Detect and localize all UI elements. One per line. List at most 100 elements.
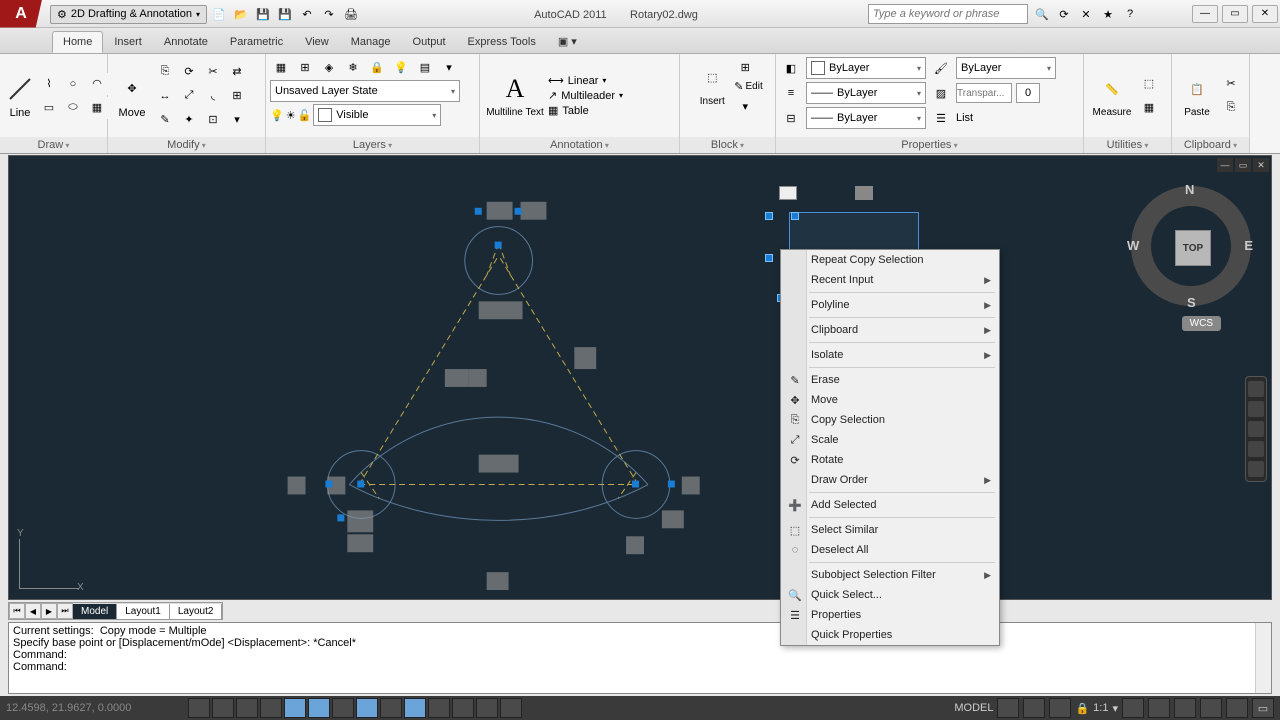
erase-icon[interactable]: ✎ (154, 109, 176, 131)
wcs-badge[interactable]: WCS (1182, 316, 1221, 331)
layer-state-combo[interactable]: Unsaved Layer State▾ (270, 80, 460, 102)
sb-clean-icon[interactable]: ▭ (1252, 698, 1274, 718)
save-icon[interactable]: 💾 (253, 4, 273, 24)
vp-minimize-icon[interactable]: — (1217, 158, 1233, 172)
layer-off-icon[interactable]: 💡 (390, 56, 412, 78)
layer-states-icon[interactable]: ⊞ (294, 56, 316, 78)
panel-properties-title[interactable]: Properties (776, 137, 1083, 153)
panel-draw-title[interactable]: Draw (0, 137, 107, 153)
panel-clipboard-title[interactable]: Clipboard (1172, 137, 1249, 153)
search-icon[interactable]: 🔍 (1032, 4, 1052, 24)
menu-properties[interactable]: ☰Properties (781, 605, 999, 625)
close-button[interactable]: ✕ (1252, 5, 1278, 23)
sb-ws-icon[interactable] (1148, 698, 1170, 718)
sb-lwt-icon[interactable] (428, 698, 450, 718)
multileader-button[interactable]: ↗Multileader▾ (548, 89, 623, 102)
panel-layers-title[interactable]: Layers (266, 137, 479, 153)
scale-icon[interactable]: ⤢ (178, 85, 200, 107)
menu-quick-properties[interactable]: Quick Properties (781, 625, 999, 645)
fillet-icon[interactable]: ◟ (202, 85, 224, 107)
sb-infer-icon[interactable] (188, 698, 210, 718)
layer-match-icon[interactable]: ▤ (414, 56, 436, 78)
panel-block-title[interactable]: Block (680, 137, 775, 153)
sheet-model[interactable]: Model (73, 604, 117, 619)
layer-combo[interactable]: Visible ▾ (313, 104, 441, 126)
arc-icon[interactable]: ◠ (86, 73, 108, 95)
transparency-icon[interactable]: ▨ (930, 82, 952, 104)
panel-modify-title[interactable]: Modify (108, 137, 265, 153)
app-menu-button[interactable]: A (0, 0, 42, 28)
viewcube-top-face[interactable]: TOP (1175, 230, 1211, 266)
linetype-icon[interactable]: ⊟ (780, 107, 802, 129)
match-prop-icon[interactable]: 🖌 (930, 57, 952, 79)
sheet-layout1[interactable]: Layout1 (117, 604, 170, 619)
menu-deselect-all[interactable]: ◌Deselect All (781, 540, 999, 560)
sb-annoscale-icon[interactable] (1122, 698, 1144, 718)
copy-icon[interactable]: ⎘ (154, 61, 176, 83)
edit-block-button[interactable]: ✎Edit (734, 80, 762, 93)
tab-home[interactable]: Home (52, 31, 103, 53)
sb-qp-icon[interactable] (476, 698, 498, 718)
stretch-icon[interactable]: ↔ (154, 85, 176, 107)
array-icon[interactable]: ⊞ (226, 85, 248, 107)
menu-draw-order[interactable]: Draw Order▶ (781, 470, 999, 490)
line-tool[interactable]: Line (4, 60, 36, 132)
showmotion-icon[interactable] (1248, 461, 1264, 477)
tab-output[interactable]: Output (402, 31, 457, 53)
viewcube[interactable]: TOP N S E W (1131, 186, 1251, 306)
transparency-input[interactable] (956, 83, 1012, 103)
move-tool[interactable]: ✥ Move (112, 60, 152, 132)
selection-grip[interactable] (791, 212, 799, 220)
panel-utilities-title[interactable]: Utilities (1084, 137, 1171, 153)
constraint-badge-2[interactable] (855, 186, 873, 200)
subscription-icon[interactable]: ⟳ (1054, 4, 1074, 24)
layer-lock-icon[interactable]: 🔒 (366, 56, 388, 78)
selection-grip[interactable] (765, 254, 773, 262)
lineweight-icon[interactable]: ≡ (780, 82, 802, 104)
mtext-tool[interactable]: A Multiline Text (484, 60, 546, 132)
trim-icon[interactable]: ✂ (202, 61, 224, 83)
sb-osnap-icon[interactable] (308, 698, 330, 718)
sb-snap-icon[interactable] (212, 698, 234, 718)
exchange-icon[interactable]: ✕ (1076, 4, 1096, 24)
sb-toolbar-icon[interactable] (1174, 698, 1196, 718)
minimize-button[interactable]: — (1192, 5, 1218, 23)
orbit-icon[interactable] (1248, 441, 1264, 457)
coordinates-readout[interactable]: 12.4598, 21.9627, 0.0000 (6, 702, 186, 714)
drawing-viewport[interactable]: — ▭ ✕ (8, 155, 1272, 600)
mirror-icon[interactable]: ⇄ (226, 61, 248, 83)
workspace-switcher[interactable]: ⚙ 2D Drafting & Annotation ▾ (50, 5, 207, 24)
sb-grid-icon[interactable] (236, 698, 258, 718)
menu-clipboard[interactable]: Clipboard▶ (781, 320, 999, 340)
sheet-layout2[interactable]: Layout2 (170, 604, 223, 619)
ellipse-icon[interactable]: ⬭ (62, 97, 84, 119)
list-label[interactable]: List (956, 112, 973, 124)
select-all-icon[interactable]: ⬚ (1138, 73, 1160, 95)
sheet-first-icon[interactable]: ⏮ (9, 603, 25, 619)
viewcube-south[interactable]: S (1187, 295, 1196, 310)
menu-select-similar[interactable]: ⬚Select Similar (781, 520, 999, 540)
explode-icon[interactable]: ✦ (178, 109, 200, 131)
search-input[interactable] (868, 4, 1028, 24)
layer-prop-icon[interactable]: ▦ (270, 56, 292, 78)
list-icon[interactable]: ☰ (930, 107, 952, 129)
sb-tpy-icon[interactable] (452, 698, 474, 718)
sheet-next-icon[interactable]: ▶ (41, 603, 57, 619)
measure-tool[interactable]: 📏 Measure (1088, 60, 1136, 132)
sb-hw-icon[interactable] (1200, 698, 1222, 718)
rect-icon[interactable]: ▭ (38, 97, 60, 119)
sb-polar-icon[interactable] (284, 698, 306, 718)
transparency-value[interactable] (1016, 83, 1040, 103)
table-button[interactable]: ▦Table (548, 104, 623, 117)
undo-icon[interactable]: ↶ (297, 4, 317, 24)
menu-recent-input[interactable]: Recent Input▶ (781, 270, 999, 290)
insert-block-tool[interactable]: ⬚ Insert (692, 56, 732, 112)
zoom-icon[interactable] (1248, 421, 1264, 437)
menu-add-selected[interactable]: ➕Add Selected (781, 495, 999, 515)
print-icon[interactable]: 🖨 (341, 4, 361, 24)
polyline-icon[interactable]: ⌇ (38, 73, 60, 95)
linetype-combo[interactable]: —— ByLayer▾ (806, 107, 926, 129)
hatch-icon[interactable]: ▦ (86, 97, 108, 119)
menu-scale[interactable]: ⤢Scale (781, 430, 999, 450)
layer-more-icon[interactable]: ▾ (438, 56, 460, 78)
